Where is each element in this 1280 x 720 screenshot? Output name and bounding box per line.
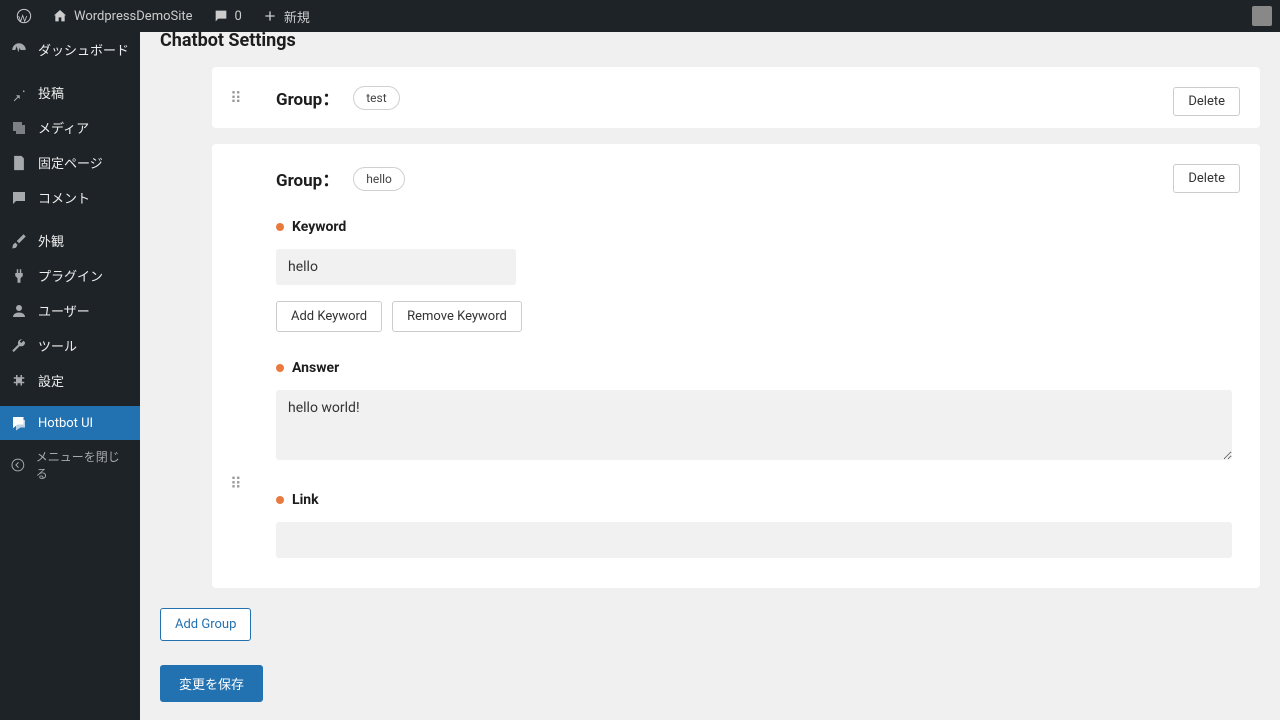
media-icon (10, 119, 28, 137)
sidebar-posts[interactable]: 投稿 (0, 75, 140, 110)
keyword-label: Keyword (276, 219, 1232, 235)
home-icon (52, 8, 68, 24)
plugin-icon (10, 267, 28, 285)
new-link[interactable]: 新規 (254, 7, 318, 26)
admin-bar: WordpressDemoSite 0 新規 (0, 0, 1280, 32)
answer-label: Answer (276, 360, 1232, 376)
collapse-icon (10, 457, 26, 473)
new-label: 新規 (284, 7, 310, 26)
comment-icon (213, 8, 229, 24)
remove-keyword-button[interactable]: Remove Keyword (392, 301, 522, 332)
group-badge[interactable]: hello (353, 167, 405, 191)
drag-handle-icon[interactable]: ⠿ (230, 474, 242, 493)
sidebar-hotbot[interactable]: Hotbot UI (0, 406, 140, 440)
user-avatar[interactable] (1252, 6, 1272, 26)
link-input[interactable] (276, 522, 1232, 558)
sidebar-pages[interactable]: 固定ページ (0, 145, 140, 180)
page-title: Chatbot Settings (160, 32, 1260, 51)
user-icon (10, 302, 28, 320)
keyword-section: Keyword Add Keyword Remove Keyword (276, 219, 1232, 332)
answer-input[interactable] (276, 390, 1232, 460)
sidebar-dashboard[interactable]: ダッシュボード (0, 32, 140, 67)
sidebar-appearance[interactable]: 外観 (0, 223, 140, 258)
sidebar-users[interactable]: ユーザー (0, 293, 140, 328)
link-section: Link (276, 492, 1232, 558)
comments-link[interactable]: 0 (205, 8, 250, 24)
wrench-icon (10, 337, 28, 355)
sidebar-comments[interactable]: コメント (0, 180, 140, 215)
sidebar-collapse[interactable]: メニューを閉じる (0, 440, 140, 490)
comments-count: 0 (235, 9, 242, 24)
group-card: ⠿ Group： hello Delete Keyword Add Keywor… (212, 144, 1260, 588)
plus-icon (262, 8, 278, 24)
sidebar-settings[interactable]: 設定 (0, 363, 140, 398)
dot-icon (276, 496, 284, 504)
settings-icon (10, 372, 28, 390)
admin-bar-left: WordpressDemoSite 0 新規 (8, 7, 318, 26)
delete-button[interactable]: Delete (1173, 87, 1240, 116)
add-group-button[interactable]: Add Group (160, 608, 251, 641)
answer-section: Answer (276, 360, 1232, 464)
group-header: Group： hello (276, 166, 1232, 191)
group-card: ⠿ Group： test Delete (212, 67, 1260, 128)
group-label: Group： (276, 166, 339, 191)
chat-icon (10, 414, 28, 432)
admin-sidebar: ダッシュボード 投稿 メディア 固定ページ コメント 外観 プラグイン ユーザー… (0, 32, 140, 720)
keyword-input[interactable] (276, 249, 516, 285)
drag-handle-icon[interactable]: ⠿ (230, 88, 242, 107)
wordpress-icon (16, 8, 32, 24)
dashboard-icon (10, 41, 28, 59)
page-icon (10, 154, 28, 172)
add-keyword-button[interactable]: Add Keyword (276, 301, 382, 332)
sidebar-tools[interactable]: ツール (0, 328, 140, 363)
sidebar-media[interactable]: メディア (0, 110, 140, 145)
dot-icon (276, 364, 284, 372)
group-label: Group： (276, 85, 339, 110)
delete-button[interactable]: Delete (1173, 164, 1240, 193)
save-button[interactable]: 変更を保存 (160, 665, 263, 702)
dot-icon (276, 223, 284, 231)
comment-icon (10, 189, 28, 207)
link-label: Link (276, 492, 1232, 508)
group-badge[interactable]: test (353, 86, 399, 110)
main-content: Chatbot Settings ⠿ Group： test Delete ⠿ … (140, 32, 1280, 720)
sidebar-plugins[interactable]: プラグイン (0, 258, 140, 293)
wp-logo[interactable] (8, 8, 40, 24)
keyword-buttons: Add Keyword Remove Keyword (276, 301, 1232, 332)
pin-icon (10, 84, 28, 102)
site-link[interactable]: WordpressDemoSite (44, 8, 201, 24)
brush-icon (10, 232, 28, 250)
group-header: Group： test (276, 85, 1232, 110)
site-name: WordpressDemoSite (74, 9, 193, 24)
